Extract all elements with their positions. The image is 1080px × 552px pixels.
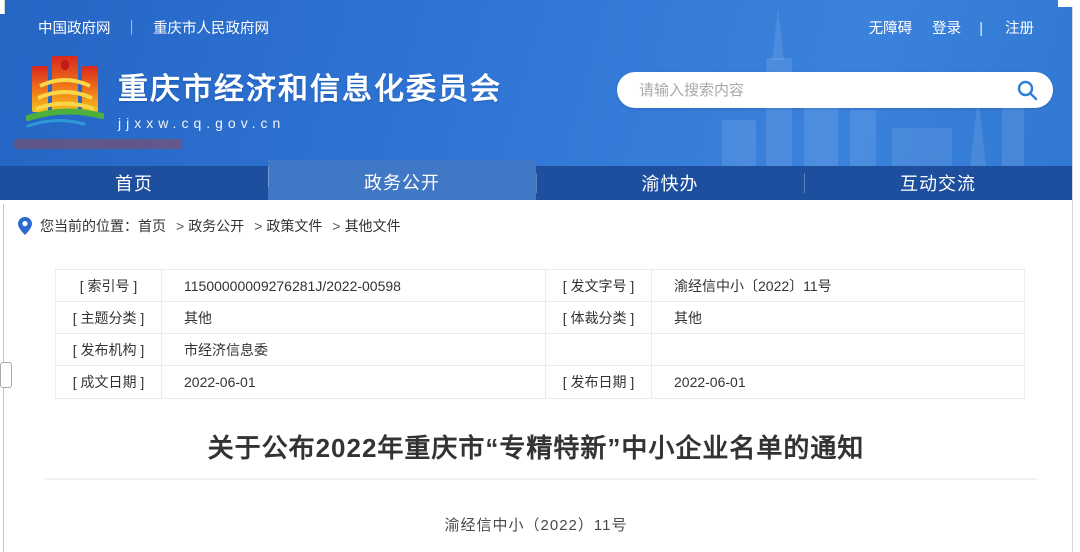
breadcrumb-separator: > xyxy=(254,218,262,234)
topbar-right: 无障碍 登录 | 注册 xyxy=(853,17,1034,38)
search-input[interactable] xyxy=(617,72,1007,108)
breadcrumb-gov-disclosure[interactable]: 政务公开 xyxy=(188,216,244,236)
link-accessibility[interactable]: 无障碍 xyxy=(869,21,913,37)
site-url: jjxxw.cq.gov.cn xyxy=(118,115,502,131)
breadcrumb-separator: > xyxy=(176,218,184,234)
meta-value-topic-class: 其他 xyxy=(162,302,546,334)
meta-value-doc-symbol: 渝经信中小〔2022〕11号 xyxy=(652,270,1024,302)
meta-label-issuing-org: [ 发布机构 ] xyxy=(56,334,162,366)
breadcrumb-prefix: 您当前的位置： xyxy=(40,216,138,236)
brand-text: 重庆市经济和信息化委员会 jjxxw.cq.gov.cn xyxy=(118,64,502,131)
link-login[interactable]: 登录 xyxy=(932,21,961,37)
side-drag-handle[interactable] xyxy=(0,362,12,388)
site-title: 重庆市经济和信息化委员会 xyxy=(118,64,502,108)
meta-label-publish-date: [ 发布日期 ] xyxy=(546,366,652,398)
location-pin-icon xyxy=(18,217,32,235)
doc-meta-table: [ 索引号 ] 11500000009276281J/2022-00598 [ … xyxy=(55,269,1025,399)
link-cq-gov[interactable]: 重庆市人民政府网 xyxy=(153,21,269,37)
meta-label-doc-symbol: [ 发文字号 ] xyxy=(546,270,652,302)
topbar-left: 中国政府网 ｜ 重庆市人民政府网 xyxy=(38,17,269,38)
link-register[interactable]: 注册 xyxy=(1005,21,1034,37)
meta-label-topic-class: [ 主题分类 ] xyxy=(56,302,162,334)
site-logo-icon[interactable] xyxy=(26,52,104,142)
topbar-separator: ｜ xyxy=(125,21,140,37)
topbar: 中国政府网 ｜ 重庆市人民政府网 无障碍 登录 | 注册 xyxy=(0,0,1072,38)
breadcrumb-policy-files[interactable]: 政策文件 xyxy=(266,216,322,236)
login-register-separator: | xyxy=(979,21,983,37)
meta-value-publish-date: 2022-06-01 xyxy=(652,366,1024,398)
nav-item-interaction[interactable]: 互动交流 xyxy=(804,166,1072,200)
meta-value-issuing-org: 市经济信息委 xyxy=(162,334,546,366)
link-china-gov[interactable]: 中国政府网 xyxy=(38,21,111,37)
nav-item-home[interactable]: 首页 xyxy=(0,166,268,200)
article-title: 关于公布2022年重庆市“专精特新”中小企业名单的通知 xyxy=(0,428,1072,465)
search-icon[interactable] xyxy=(1016,79,1038,101)
meta-value-empty xyxy=(652,334,1024,366)
breadcrumb-home[interactable]: 首页 xyxy=(138,216,166,236)
top-right-corner xyxy=(1058,0,1080,7)
meta-label-written-date: [ 成文日期 ] xyxy=(56,366,162,398)
top-left-corner xyxy=(0,0,5,14)
brand-row: 重庆市经济和信息化委员会 jjxxw.cq.gov.cn xyxy=(26,52,502,142)
nav-item-gov-disclosure[interactable]: 政务公开 xyxy=(268,160,536,200)
header-banner: 中国政府网 ｜ 重庆市人民政府网 无障碍 登录 | 注册 xyxy=(0,0,1080,166)
meta-label-empty xyxy=(546,334,652,366)
breadcrumb-separator: > xyxy=(332,218,340,234)
article-doc-number: 渝经信中小（2022）11号 xyxy=(0,514,1072,535)
main-nav: 首页 政务公开 渝快办 互动交流 xyxy=(0,166,1072,200)
meta-value-written-date: 2022-06-01 xyxy=(162,366,546,398)
nav-item-yukuaiban[interactable]: 渝快办 xyxy=(536,166,804,200)
page-right-edge xyxy=(1072,0,1080,552)
meta-value-genre-class: 其他 xyxy=(652,302,1024,334)
meta-label-genre-class: [ 体裁分类 ] xyxy=(546,302,652,334)
meta-label-index-no: [ 索引号 ] xyxy=(56,270,162,302)
page: 中国政府网 ｜ 重庆市人民政府网 无障碍 登录 | 注册 xyxy=(0,0,1080,552)
search-box xyxy=(617,72,1053,108)
title-divider xyxy=(45,478,1037,480)
breadcrumb-other-files: 其他文件 xyxy=(345,216,401,236)
meta-value-index-no: 11500000009276281J/2022-00598 xyxy=(162,270,546,302)
breadcrumb: 您当前的位置： 首页 > 政务公开 > 政策文件 > 其他文件 xyxy=(0,204,1072,248)
